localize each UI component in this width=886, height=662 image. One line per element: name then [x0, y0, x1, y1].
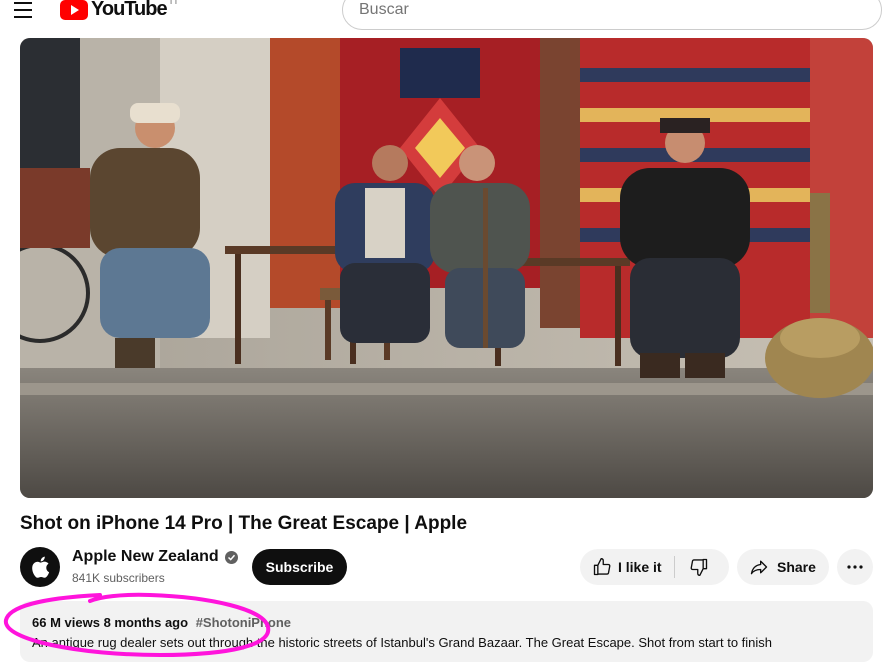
youtube-logo-icon [60, 0, 88, 20]
menu-icon[interactable] [14, 2, 34, 18]
view-count: 66 M views [32, 615, 100, 630]
verified-icon [224, 550, 238, 564]
search-box[interactable] [342, 0, 882, 30]
thumbs-up-icon [593, 558, 611, 576]
channel-avatar[interactable] [20, 547, 60, 587]
video-frame [20, 38, 873, 498]
upload-age: 8 months ago [103, 615, 189, 630]
thumbs-down-icon [690, 558, 707, 576]
like-button[interactable]: I like it [580, 549, 674, 585]
more-icon [847, 565, 863, 569]
video-player[interactable] [20, 38, 873, 498]
description-meta: 66 M views 8 months ago #ShotoniPhone [32, 615, 291, 630]
like-dislike-group: I like it [580, 549, 729, 585]
share-label: Share [777, 559, 816, 575]
description-box[interactable]: 66 M views 8 months ago #ShotoniPhone An… [20, 601, 873, 662]
like-label: I like it [618, 559, 662, 575]
more-actions-button[interactable] [837, 549, 873, 585]
subscriber-count: 841K subscribers [72, 571, 165, 585]
share-icon [750, 560, 768, 575]
hashtag-link[interactable]: #ShotoniPhone [196, 615, 291, 630]
channel-name: Apple New Zealand [72, 548, 219, 565]
apple-logo-icon [32, 556, 50, 578]
share-button[interactable]: Share [737, 549, 829, 585]
subscribe-button[interactable]: Subscribe [252, 549, 347, 585]
logo-region-code: TT [168, 0, 179, 6]
dislike-button[interactable] [675, 549, 723, 585]
search-input[interactable] [359, 1, 859, 19]
video-title: Shot on iPhone 14 Pro | The Great Escape… [20, 513, 468, 534]
channel-name-link[interactable]: Apple New Zealand [72, 548, 238, 566]
youtube-logo[interactable]: YouTube TT [60, 0, 178, 21]
masthead: YouTube TT [0, 0, 886, 38]
logo-text: YouTube [91, 0, 168, 20]
description-text: An antique rug dealer sets out through t… [32, 635, 773, 650]
